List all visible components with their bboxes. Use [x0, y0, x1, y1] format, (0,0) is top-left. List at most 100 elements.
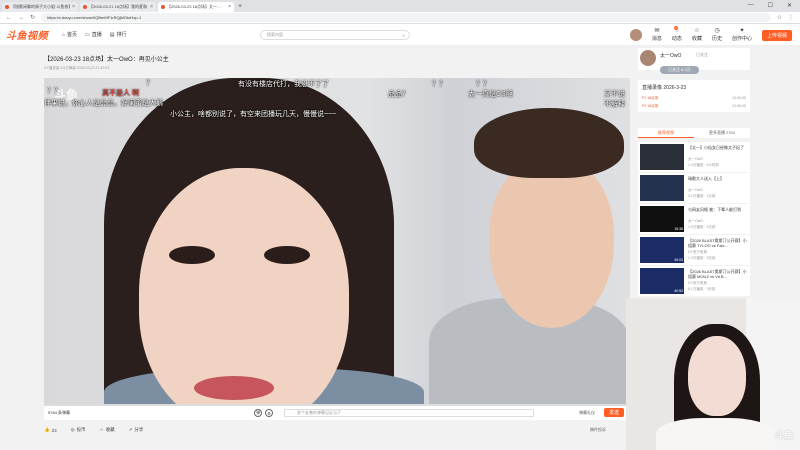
- close-window-icon[interactable]: ✕: [787, 2, 792, 9]
- favicon-icon: [5, 5, 9, 9]
- danmu-toggle-icon[interactable]: 弹: [254, 409, 262, 417]
- streamer-lips: [194, 376, 274, 400]
- video-thumbnail[interactable]: [640, 144, 684, 170]
- bulb-icon: ✦: [739, 28, 745, 34]
- video-thumbnail[interactable]: 40:03: [640, 237, 684, 263]
- recommended-video[interactable]: 40:53 【2026 BLAST奥斯汀公开赛】小组赛 MOUZ vs Vit B…: [638, 266, 750, 296]
- share-button[interactable]: ↗ 分享: [129, 427, 144, 433]
- search-icon[interactable]: ⌕: [402, 32, 405, 40]
- video-thumbnail[interactable]: 15:38: [640, 206, 684, 232]
- video-author[interactable]: DY官方电竞: [688, 281, 707, 286]
- webcam-person-face: [688, 336, 746, 416]
- like-button[interactable]: 👍 23: [44, 427, 57, 433]
- video-author[interactable]: 太一OwO: [688, 219, 703, 224]
- header-item-label: 创作中心: [731, 36, 752, 42]
- danmu-comment: 小公主，啥都别说了，有空来团播玩几天，慢慢说~~~: [170, 111, 337, 118]
- danmu-input-placeholder: 发个友善的弹幕见证当下: [297, 410, 341, 415]
- close-tab-icon[interactable]: ×: [72, 4, 75, 10]
- video-author[interactable]: 太一OwO: [688, 188, 703, 193]
- url-field[interactable]: https://v.douyu.com/show/0QBmMF1rRQjMOkd…: [41, 13, 771, 22]
- danmu-etiquette-link[interactable]: 弹幕礼仪: [579, 410, 595, 416]
- send-danmu-button[interactable]: 发送: [603, 408, 624, 417]
- browser-tab-active[interactable]: 【2026-03-23 18点场】太一… ×: [158, 2, 234, 12]
- streamer-eye: [264, 246, 310, 264]
- upload-button[interactable]: 上传视频: [761, 29, 792, 41]
- reload-icon[interactable]: ↻: [30, 14, 35, 21]
- video-title[interactable]: 【2026 BLAST奥斯汀公开赛】小组赛 TYLOO vs Falc...: [688, 238, 748, 248]
- recommended-video[interactable]: 瑞歌大人送入【上】 太一OwO 2.1万播放 · 1天前: [638, 173, 750, 203]
- user-avatar[interactable]: [629, 29, 642, 41]
- tab-label: 【2026-03-23 18点场】太一…: [167, 4, 222, 9]
- top-nav: ⌂ 首页 ▭ 直播 ▤ 排行: [62, 31, 127, 39]
- danmu-settings-icon[interactable]: ⚙: [265, 409, 273, 417]
- danmu-comment: 太一真是CS啊: [468, 91, 513, 98]
- new-tab-button[interactable]: +: [234, 2, 246, 12]
- address-bar: ← → ↻ https://v.douyu.com/show/0QBmMF1rR…: [0, 12, 800, 24]
- video-thumbnail[interactable]: 40:53: [640, 268, 684, 294]
- header-dynamics[interactable]: 4 ♢ 动态: [672, 26, 682, 42]
- header-favorites[interactable]: ☆ 收藏: [692, 28, 702, 42]
- header-right: ✉ 消息 4 ♢ 动态 ☆ 收藏 ◷ 历史 ✦ 创作中心 上传视频: [629, 26, 792, 42]
- back-icon[interactable]: ←: [6, 15, 12, 21]
- recommended-video[interactable]: 15:38 与网友风格 被：下辈人能打到 太一OwO 1.9万播放 · 1天前: [638, 204, 750, 234]
- nav-label: 直播: [91, 32, 102, 38]
- anchor-name[interactable]: 太一OwO: [660, 52, 681, 59]
- recommended-list: 【太一】小仙女已经做太子妃了 太一OwO 1.4万播放 · 3小时前 瑞歌大人送入【上…: [638, 142, 750, 297]
- nav-live[interactable]: ▭ 直播: [85, 31, 102, 39]
- replay-duration: 02:05:05: [732, 96, 746, 100]
- video-thumbnail[interactable]: [640, 175, 684, 201]
- header-messages[interactable]: ✉ 消息: [652, 28, 662, 42]
- report-link[interactable]: 稿件投诉: [590, 427, 606, 433]
- maximize-icon[interactable]: ☐: [768, 2, 773, 9]
- star-icon[interactable]: ☆: [777, 14, 782, 21]
- danmu-comment: 又不说: [604, 91, 625, 98]
- forward-icon[interactable]: →: [18, 15, 24, 21]
- search-input[interactable]: 搜索内容 ⌕: [260, 30, 410, 40]
- home-icon: ⌂: [62, 31, 66, 38]
- anchor-avatar[interactable]: [640, 50, 656, 66]
- video-author[interactable]: 太一OwO: [688, 157, 703, 162]
- browser-tab[interactable]: 【2026-03-21 18点场】我的麦和【斗鱼… ×: [80, 2, 156, 12]
- site-logo[interactable]: 斗鱼视频: [6, 27, 48, 42]
- replay-duration: 01:59:05: [732, 104, 746, 108]
- fans-badge[interactable]: 已关注 6.2万: [660, 66, 699, 74]
- header-creator-center[interactable]: ✦ 创作中心: [732, 28, 752, 42]
- browser-tab-bar: 【锐歌闲聊的周子大小姐·斗鱼修】 × 【2026-03-21 18点场】我的麦和…: [0, 0, 800, 12]
- replay-part[interactable]: P2 18点场: [642, 104, 658, 109]
- search-placeholder: 搜索内容: [267, 32, 283, 37]
- menu-icon[interactable]: ⋮: [788, 14, 794, 21]
- follow-status[interactable]: 已关注: [696, 52, 708, 58]
- header-history[interactable]: ◷ 历史: [712, 28, 722, 42]
- danmu-input[interactable]: 发个友善的弹幕见证当下: [284, 409, 534, 417]
- video-title[interactable]: 与网友风格 被：下辈人能打到: [688, 207, 748, 212]
- coin-button[interactable]: ◎ 投币: [71, 427, 86, 433]
- nav-home[interactable]: ⌂ 首页: [62, 31, 77, 39]
- tab-more-live[interactable]: 更多直播 2764: [694, 128, 750, 138]
- video-title[interactable]: 【2026 BLAST奥斯汀公开赛】小组赛 MOUZ vs Vit B...: [688, 269, 748, 279]
- recommended-video[interactable]: 【太一】小仙女已经做太子妃了 太一OwO 1.4万播放 · 3小时前: [638, 142, 750, 172]
- video-player[interactable]: 斗鱼 ？ 有没有楼店代打，我忍不了了 ？？ ？？ ？？ 真不是人 啊 品品？ 太…: [44, 78, 630, 404]
- recommended-video[interactable]: 40:03 【2026 BLAST奥斯汀公开赛】小组赛 TYLOO vs Falc…: [638, 235, 750, 265]
- message-badge: 4: [673, 26, 678, 30]
- guest-face: [489, 158, 614, 328]
- video-meta: DY播放量 5.5万弹幕 2026-03-23 21:40:03: [44, 66, 110, 70]
- rank-icon: ▤: [109, 31, 115, 38]
- video-author[interactable]: DY官方电竞: [688, 250, 707, 255]
- video-title[interactable]: 瑞歌大人送入【上】: [688, 176, 748, 181]
- collect-button[interactable]: ☆ 收藏: [100, 427, 115, 433]
- tab-recommended[interactable]: 推荐视频: [638, 128, 694, 138]
- page-root: 【锐歌闲聊的周子大小姐·斗鱼修】 × 【2026-03-21 18点场】我的麦和…: [0, 0, 800, 450]
- danmu-toggles: 弹 ⚙: [254, 409, 273, 417]
- nav-rank[interactable]: ▤ 排行: [109, 31, 127, 39]
- danmu-comment: ？？: [432, 81, 446, 88]
- danmu-comment: 不解释: [604, 101, 625, 108]
- browser-tab[interactable]: 【锐歌闲聊的周子大小姐·斗鱼修】 ×: [2, 2, 78, 12]
- video-stats: 8.1万播放 · 3天前: [688, 287, 716, 291]
- replay-part[interactable]: P1 18点场: [642, 96, 658, 101]
- video-title[interactable]: 【太一】小仙女已经做太子妃了: [688, 145, 748, 150]
- header-item-label: 消息: [651, 36, 662, 42]
- close-tab-icon[interactable]: ×: [150, 4, 153, 10]
- minimize-icon[interactable]: —: [748, 2, 754, 9]
- share-icon: ↗: [128, 427, 133, 432]
- close-tab-icon[interactable]: ×: [228, 4, 231, 10]
